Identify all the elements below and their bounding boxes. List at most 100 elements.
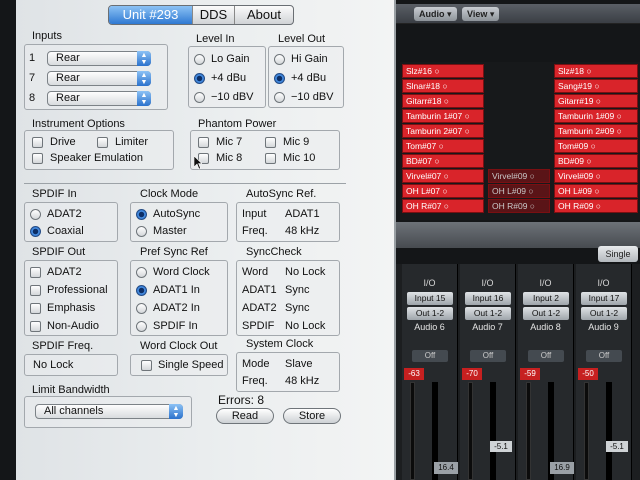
non-audio-checkbox[interactable] xyxy=(30,321,41,332)
mic-9-checkbox[interactable] xyxy=(265,137,276,148)
spdif-out-adat2-checkbox[interactable] xyxy=(30,267,41,278)
pref-sync-option-label: ADAT1 In xyxy=(153,284,200,296)
pref-sync-adat2-radio[interactable] xyxy=(136,303,147,314)
synccheck-label: ADAT2 xyxy=(242,302,277,314)
level-out-minus10-radio[interactable] xyxy=(274,92,285,103)
phantom-power-group: Mic 7 Mic 9 Mic 8 Mic 10 xyxy=(190,130,340,170)
strip-output-button[interactable]: Out 1-2 xyxy=(465,307,511,320)
pref-sync-ref-title: Pref Sync Ref xyxy=(140,246,208,258)
single-speed-checkbox[interactable] xyxy=(141,360,152,371)
strip-output-button[interactable]: Out 1-2 xyxy=(407,307,453,320)
region[interactable]: OH R#09 ○ xyxy=(488,199,550,213)
region[interactable]: BD#09 ○ xyxy=(554,154,638,168)
drive-checkbox[interactable] xyxy=(32,137,43,148)
region[interactable]: OH R#07 ○ xyxy=(402,199,484,213)
strip-automation-button[interactable]: Off xyxy=(528,350,564,362)
limiter-checkbox[interactable] xyxy=(97,137,108,148)
tab-about[interactable]: About xyxy=(235,6,293,24)
read-button[interactable]: Read xyxy=(216,408,274,424)
region[interactable]: Virvel#09 ○ xyxy=(488,169,550,183)
region[interactable]: Tamburin 2#07 ○ xyxy=(402,124,484,138)
region[interactable]: OH L#07 ○ xyxy=(402,184,484,198)
region[interactable]: Tamburin 1#07 ○ xyxy=(402,109,484,123)
region[interactable]: Tamburin 2#09 ○ xyxy=(554,124,638,138)
strip-input-button[interactable]: Input 2 xyxy=(523,292,569,305)
pref-sync-spdif-radio[interactable] xyxy=(136,321,147,332)
synccheck-label: SPDIF xyxy=(242,320,275,332)
instrument-options-group: Drive Limiter Speaker Emulation xyxy=(24,130,174,170)
region[interactable]: Gitarr#19 ○ xyxy=(554,94,638,108)
strip-automation-button[interactable]: Off xyxy=(586,350,622,362)
speaker-emulation-checkbox[interactable] xyxy=(32,153,43,164)
strip-output-button[interactable]: Out 1-2 xyxy=(581,307,627,320)
region[interactable]: Gitarr#18 ○ xyxy=(402,94,484,108)
input-1-select[interactable]: Rear ▲ ▼ xyxy=(47,51,151,66)
synccheck-label: Word xyxy=(242,266,269,278)
region[interactable]: Slnar#18 ○ xyxy=(402,79,484,93)
level-out-title: Level Out xyxy=(278,33,326,45)
region[interactable]: BD#07 ○ xyxy=(402,154,484,168)
level-in-lo-gain-radio[interactable] xyxy=(194,54,205,65)
region[interactable]: OH R#09 ○ xyxy=(554,199,638,213)
strip-output-button[interactable]: Out 1-2 xyxy=(523,307,569,320)
store-button[interactable]: Store xyxy=(283,408,341,424)
region[interactable]: Virvel#09 ○ xyxy=(554,169,638,183)
clock-mode-autosync-radio[interactable] xyxy=(136,209,147,220)
synccheck-value: No Lock xyxy=(285,320,326,332)
region[interactable]: Virvel#07 ○ xyxy=(402,169,484,183)
strip-fader[interactable] xyxy=(606,382,612,480)
strip-fader-value: 16.9 xyxy=(550,462,574,474)
spdif-in-title: SPDIF In xyxy=(32,188,77,200)
mic-7-checkbox[interactable] xyxy=(198,137,209,148)
region[interactable]: Tamburin 1#09 ○ xyxy=(554,109,638,123)
region[interactable]: Tom#09 ○ xyxy=(554,139,638,153)
spdif-in-coaxial-radio[interactable] xyxy=(30,226,41,237)
region[interactable]: OH L#09 ○ xyxy=(554,184,638,198)
clock-mode-master-radio[interactable] xyxy=(136,226,147,237)
professional-checkbox[interactable] xyxy=(30,285,41,296)
daw-view-menu[interactable]: View ▾ xyxy=(462,7,500,21)
synccheck-value: Sync xyxy=(285,284,310,296)
tab-dds[interactable]: DDS xyxy=(193,6,235,24)
strip-automation-button[interactable]: Off xyxy=(470,350,506,362)
inputs-group: 1 Rear ▲ ▼ 7 Rear ▲ ▼ 8 Rear ▲ ▼ xyxy=(24,44,168,110)
level-out-group: Hi Gain +4 dBu −10 dBV xyxy=(268,46,344,108)
mic-10-checkbox[interactable] xyxy=(265,153,276,164)
system-clock-group: Mode Slave Freq. 48 kHz xyxy=(236,352,340,392)
region[interactable]: Slz#16 ○ xyxy=(402,64,484,78)
autosync-ref-group: Input ADAT1 Freq. 48 kHz xyxy=(236,202,340,242)
pref-sync-adat1-radio[interactable] xyxy=(136,285,147,296)
strip-name: Audio 6 xyxy=(414,322,445,332)
region[interactable]: Tom#07 ○ xyxy=(402,139,484,153)
level-out-plus4-radio[interactable] xyxy=(274,73,285,84)
strip-fader[interactable] xyxy=(490,382,496,480)
strip-input-button[interactable]: Input 17 xyxy=(581,292,627,305)
phantom-power-title: Phantom Power xyxy=(198,118,277,130)
level-in-minus10-radio[interactable] xyxy=(194,92,205,103)
level-in-plus4-radio[interactable] xyxy=(194,73,205,84)
input-7-select[interactable]: Rear ▲ ▼ xyxy=(47,71,151,86)
daw-arrange-area: Slz#16 ○ Slnar#18 ○ Gitarr#18 ○ Tamburin… xyxy=(400,62,640,220)
limit-bandwidth-select[interactable]: All channels ▲ ▼ xyxy=(35,404,183,419)
strip-automation-button[interactable]: Off xyxy=(412,350,448,362)
spdif-freq-value: No Lock xyxy=(33,359,74,371)
spdif-freq-title: SPDIF Freq. xyxy=(32,340,94,352)
input-8-select[interactable]: Rear ▲ ▼ xyxy=(47,91,151,106)
region[interactable]: OH L#09 ○ xyxy=(488,184,550,198)
spdif-out-title: SPDIF Out xyxy=(32,246,86,258)
daw-mixer: I/O Input 15 Out 1-2 Audio 6 Off -63 16.… xyxy=(396,264,640,480)
mic-9-label: Mic 9 xyxy=(283,136,310,148)
spdif-in-adat2-radio[interactable] xyxy=(30,209,41,220)
level-out-hi-gain-radio[interactable] xyxy=(274,54,285,65)
pref-sync-option-label: ADAT2 In xyxy=(153,302,200,314)
region[interactable]: Slz#18 ○ xyxy=(554,64,638,78)
strip-input-button[interactable]: Input 16 xyxy=(465,292,511,305)
tab-unit[interactable]: Unit #293 xyxy=(109,6,193,24)
limit-bandwidth-title: Limit Bandwidth xyxy=(32,384,110,396)
strip-input-button[interactable]: Input 15 xyxy=(407,292,453,305)
region[interactable]: Sang#19 ○ xyxy=(554,79,638,93)
daw-audio-menu[interactable]: Audio ▾ xyxy=(414,7,457,21)
pref-sync-word-clock-radio[interactable] xyxy=(136,267,147,278)
emphasis-checkbox[interactable] xyxy=(30,303,41,314)
daw-single-button[interactable]: Single xyxy=(598,246,638,262)
